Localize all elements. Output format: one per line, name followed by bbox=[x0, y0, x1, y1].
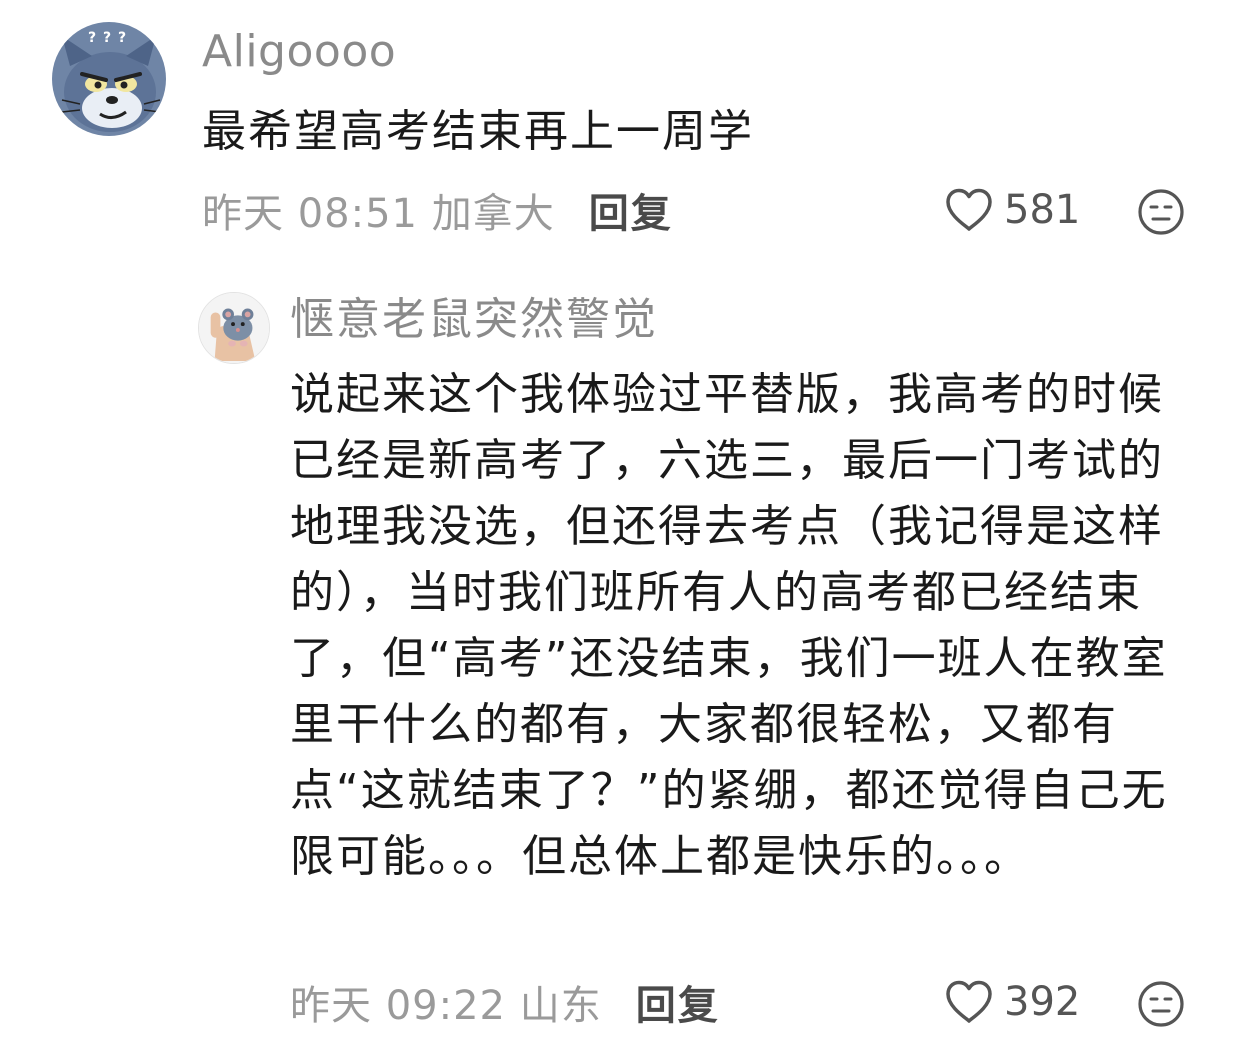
comment-time-location: 昨天 08:51 加拿大 bbox=[202, 191, 555, 237]
neutral-face-icon bbox=[1138, 189, 1184, 235]
heart-icon bbox=[946, 188, 992, 231]
neutral-face-icon bbox=[1138, 981, 1184, 1027]
reply-button[interactable]: 回复 bbox=[636, 973, 720, 1031]
like-count: 392 bbox=[1004, 979, 1081, 1025]
reply-button[interactable]: 回复 bbox=[589, 181, 673, 239]
like-count: 581 bbox=[1004, 187, 1081, 233]
comment-text: 最希望高考结束再上一周学 bbox=[202, 106, 754, 157]
like-button[interactable]: 581 bbox=[944, 180, 1080, 240]
mouse-in-hand-avatar bbox=[199, 293, 269, 363]
avatar[interactable] bbox=[198, 292, 270, 364]
emoji-reaction-button[interactable] bbox=[1137, 980, 1185, 1028]
reply-time-location: 昨天 09:22 山东 bbox=[290, 983, 602, 1029]
comment-username[interactable]: Aligoooo bbox=[202, 24, 396, 80]
reply-text: 说起来这个我体验过平替版，我高考的时候已经是新高考了，六选三，最后一门考试的地理… bbox=[290, 369, 1168, 882]
heart-icon bbox=[946, 980, 992, 1023]
question-marks-badge: ? ? ? bbox=[88, 30, 128, 46]
reply-username[interactable]: 惬意老鼠突然警觉 bbox=[290, 292, 658, 348]
reply-meta: 昨天 09:22 山东 回复 bbox=[290, 972, 720, 1032]
like-button[interactable]: 392 bbox=[944, 972, 1080, 1032]
comment-meta: 昨天 08:51 加拿大 回复 bbox=[202, 180, 673, 240]
emoji-reaction-button[interactable] bbox=[1137, 188, 1185, 236]
